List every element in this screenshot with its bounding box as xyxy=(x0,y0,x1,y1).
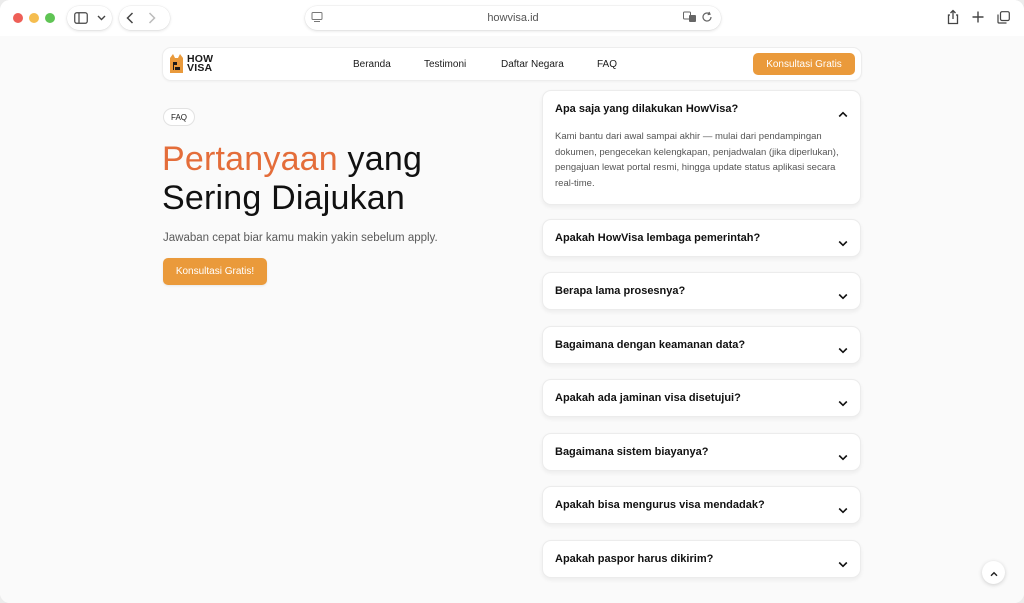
faq-item[interactable]: Berapa lama prosesnya? xyxy=(542,272,861,310)
section-tag: FAQ xyxy=(163,108,196,126)
faq-item[interactable]: Apakah bisa mengurus visa mendadak? xyxy=(542,486,861,524)
zoom-window-button[interactable] xyxy=(45,13,55,23)
chevron-down-icon xyxy=(838,287,848,305)
title-accent: Pertanyaan xyxy=(162,140,338,178)
site-navbar: HOW VISA Beranda Testimoni Daftar Negara… xyxy=(162,47,862,81)
chevron-down-icon xyxy=(838,394,848,412)
chevron-down-icon xyxy=(838,448,848,466)
faq-item[interactable]: Apakah ada jaminan visa disetujui? xyxy=(542,379,861,417)
faq-item[interactable]: Bagaimana dengan keamanan data? xyxy=(542,326,861,364)
scroll-to-top-button[interactable] xyxy=(982,561,1005,584)
chevron-up-icon xyxy=(838,105,848,123)
chevron-up-icon xyxy=(990,564,998,582)
url-text: howvisa.id xyxy=(487,12,539,24)
faq-question: Apa saja yang dilakukan HowVisa? xyxy=(555,103,739,115)
chevron-down-icon xyxy=(838,341,848,359)
faq-item[interactable]: Apakah paspor harus dikirim? xyxy=(542,540,861,578)
nav-link-beranda[interactable]: Beranda xyxy=(353,59,391,70)
sidebar-icon xyxy=(74,12,88,24)
page-menu-icon[interactable] xyxy=(311,11,323,23)
hero-subtitle: Jawaban cepat biar kamu makin yakin sebe… xyxy=(163,232,438,244)
browser-window: howvisa.id HOW VISA Beranda Testimoni Da… xyxy=(0,0,1024,603)
faq-item[interactable]: Apa saja yang dilakukan HowVisa? Kami ba… xyxy=(542,90,861,205)
sidebar-toggle-button[interactable] xyxy=(67,6,112,30)
chevron-down-icon xyxy=(838,501,848,519)
faq-question: Bagaimana sistem biayanya? xyxy=(555,446,709,458)
nav-link-daftar-negara[interactable]: Daftar Negara xyxy=(501,59,564,70)
new-tab-icon[interactable] xyxy=(972,11,984,23)
faq-question: Apakah ada jaminan visa disetujui? xyxy=(555,392,741,404)
faq-question: Apakah HowVisa lembaga pemerintah? xyxy=(555,232,761,244)
history-nav xyxy=(119,6,170,30)
share-icon[interactable] xyxy=(946,9,960,25)
close-window-button[interactable] xyxy=(13,13,23,23)
forward-arrow-icon[interactable] xyxy=(148,12,156,24)
chevron-down-icon xyxy=(97,15,106,21)
faq-answer: Kami bantu dari awal sampai akhir — mula… xyxy=(555,131,839,189)
translate-icon[interactable] xyxy=(683,11,697,23)
chevron-down-icon xyxy=(838,555,848,573)
page-title: Pertanyaan yang Sering Diajukan xyxy=(162,140,502,218)
faq-question: Apakah paspor harus dikirim? xyxy=(555,553,714,565)
tab-overview-icon[interactable] xyxy=(997,11,1010,24)
nav-cta-button[interactable]: Konsultasi Gratis xyxy=(753,53,855,75)
faq-question: Apakah bisa mengurus visa mendadak? xyxy=(555,499,765,511)
hero-cta-button[interactable]: Konsultasi Gratis! xyxy=(163,258,267,285)
faq-question: Berapa lama prosesnya? xyxy=(555,285,686,297)
nav-link-faq[interactable]: FAQ xyxy=(597,59,617,70)
nav-link-testimoni[interactable]: Testimoni xyxy=(424,59,466,70)
faq-item[interactable]: Apakah HowVisa lembaga pemerintah? xyxy=(542,219,861,257)
back-arrow-icon[interactable] xyxy=(126,12,134,24)
reload-icon[interactable] xyxy=(701,11,713,23)
faq-item[interactable]: Bagaimana sistem biayanya? xyxy=(542,433,861,471)
browser-toolbar: howvisa.id xyxy=(0,0,1024,36)
page-content: HOW VISA Beranda Testimoni Daftar Negara… xyxy=(0,36,1024,603)
faq-question: Bagaimana dengan keamanan data? xyxy=(555,339,746,351)
chevron-down-icon xyxy=(838,234,848,252)
minimize-window-button[interactable] xyxy=(29,13,39,23)
title-part-2: Sering Diajukan xyxy=(162,179,406,217)
title-part-1: yang xyxy=(337,140,423,178)
address-bar[interactable]: howvisa.id xyxy=(305,6,721,30)
